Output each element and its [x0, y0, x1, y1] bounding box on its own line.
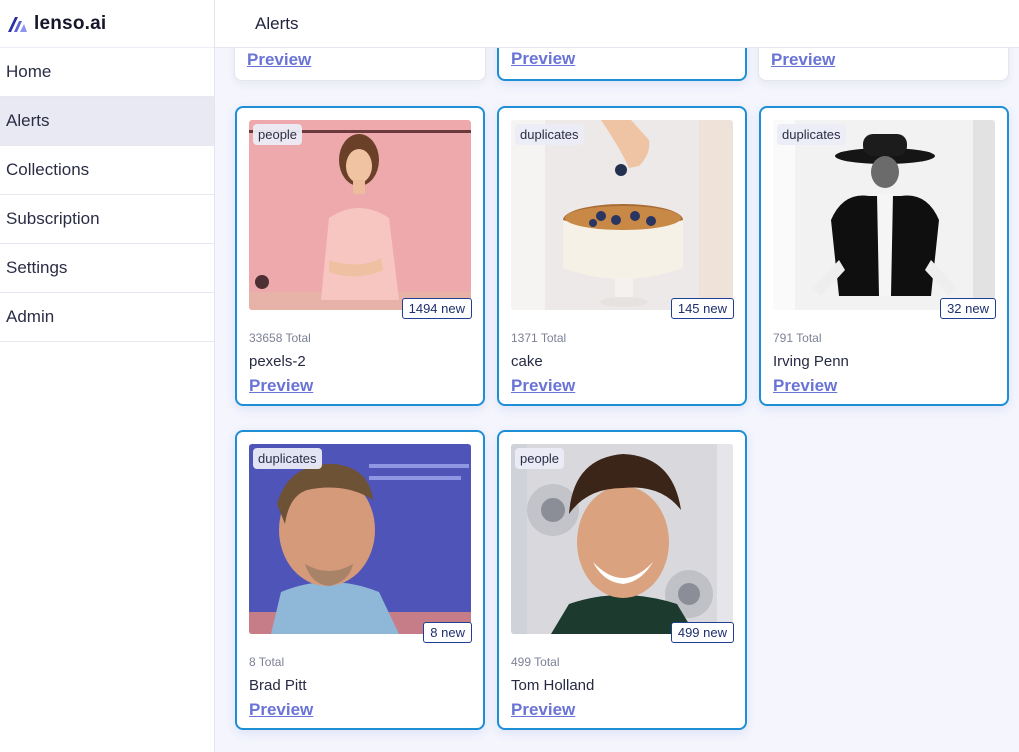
- brand-name: lenso.ai: [34, 12, 107, 34]
- sidebar-item-label: Subscription: [6, 209, 100, 228]
- alert-type-tag: duplicates: [777, 124, 846, 145]
- alert-title: cake: [511, 353, 543, 370]
- sidebar-item-label: Settings: [6, 258, 68, 277]
- sidebar-item-label: Admin: [6, 307, 55, 326]
- total-count: 1371 Total: [511, 331, 567, 345]
- alert-type-tag: people: [253, 124, 303, 145]
- alert-card[interactable]: duplicates 8 new 8 Total Brad Pitt Previ…: [235, 430, 485, 730]
- preview-link[interactable]: Preview: [249, 376, 313, 396]
- sidebar-item-settings[interactable]: Settings: [0, 244, 214, 293]
- new-count-badge: 8 new: [423, 622, 472, 643]
- preview-link[interactable]: Preview: [511, 49, 575, 69]
- alerts-grid: Preview Preview Preview people 1494 new …: [215, 48, 1019, 752]
- alert-thumbnail: people: [249, 120, 471, 310]
- preview-link[interactable]: Preview: [249, 700, 313, 720]
- alert-type-tag: duplicates: [515, 124, 584, 145]
- preview-link[interactable]: Preview: [773, 376, 837, 396]
- alert-thumbnail: duplicates: [511, 120, 733, 310]
- sidebar: lenso.ai Home Alerts Collections Subscri…: [0, 0, 215, 752]
- alert-card[interactable]: people 499 new 499 Total Tom Holland Pre…: [497, 430, 747, 730]
- total-count: 8 Total: [249, 655, 285, 669]
- sidebar-item-admin[interactable]: Admin: [0, 293, 214, 342]
- alert-thumbnail: people: [511, 444, 733, 634]
- sidebar-item-collections[interactable]: Collections: [0, 146, 214, 195]
- brand[interactable]: lenso.ai: [0, 0, 214, 48]
- new-count-badge: 499 new: [670, 622, 734, 643]
- sidebar-item-alerts[interactable]: Alerts: [0, 97, 214, 146]
- sidebar-item-label: Collections: [6, 160, 90, 179]
- total-count: 33658 Total: [249, 331, 311, 345]
- alert-thumbnail: duplicates: [773, 120, 995, 310]
- new-count-badge: 1494 new: [401, 298, 472, 319]
- alert-card[interactable]: people 1494 new 33658 Total pexels-2 Pre…: [235, 106, 485, 406]
- app-root: lenso.ai Home Alerts Collections Subscri…: [0, 0, 1019, 752]
- alert-title: pexels-2: [249, 353, 306, 370]
- top-header: Alerts: [215, 0, 1019, 48]
- sidebar-nav: Home Alerts Collections Subscription Set…: [0, 48, 214, 342]
- preview-link[interactable]: Preview: [511, 376, 575, 396]
- alert-card-partial[interactable]: Preview: [497, 48, 747, 81]
- sidebar-item-label: Home: [6, 62, 52, 81]
- sidebar-item-home[interactable]: Home: [0, 48, 214, 97]
- total-count: 791 Total: [773, 331, 822, 345]
- alert-title: Irving Penn: [773, 353, 849, 370]
- alert-card[interactable]: duplicates 145 new 1371 Total cake Previ…: [497, 106, 747, 406]
- alert-title: Brad Pitt: [249, 677, 307, 694]
- alert-card-partial[interactable]: Preview: [234, 48, 486, 81]
- new-count-badge: 32 new: [940, 298, 996, 319]
- preview-link[interactable]: Preview: [511, 700, 575, 720]
- sidebar-item-subscription[interactable]: Subscription: [0, 195, 214, 244]
- preview-link[interactable]: Preview: [247, 50, 311, 70]
- total-count: 499 Total: [511, 655, 560, 669]
- alert-type-tag: duplicates: [253, 448, 322, 469]
- page-title: Alerts: [255, 13, 299, 33]
- alert-card[interactable]: duplicates 32 new 791 Total Irving Penn …: [759, 106, 1009, 406]
- alert-thumbnail: duplicates: [249, 444, 471, 634]
- lenso-logo-icon: [8, 16, 27, 32]
- new-count-badge: 145 new: [670, 298, 734, 319]
- alert-type-tag: people: [515, 448, 565, 469]
- preview-link[interactable]: Preview: [771, 50, 835, 70]
- alert-card-partial[interactable]: Preview: [758, 48, 1009, 81]
- alert-title: Tom Holland: [511, 677, 595, 694]
- sidebar-item-label: Alerts: [6, 111, 50, 130]
